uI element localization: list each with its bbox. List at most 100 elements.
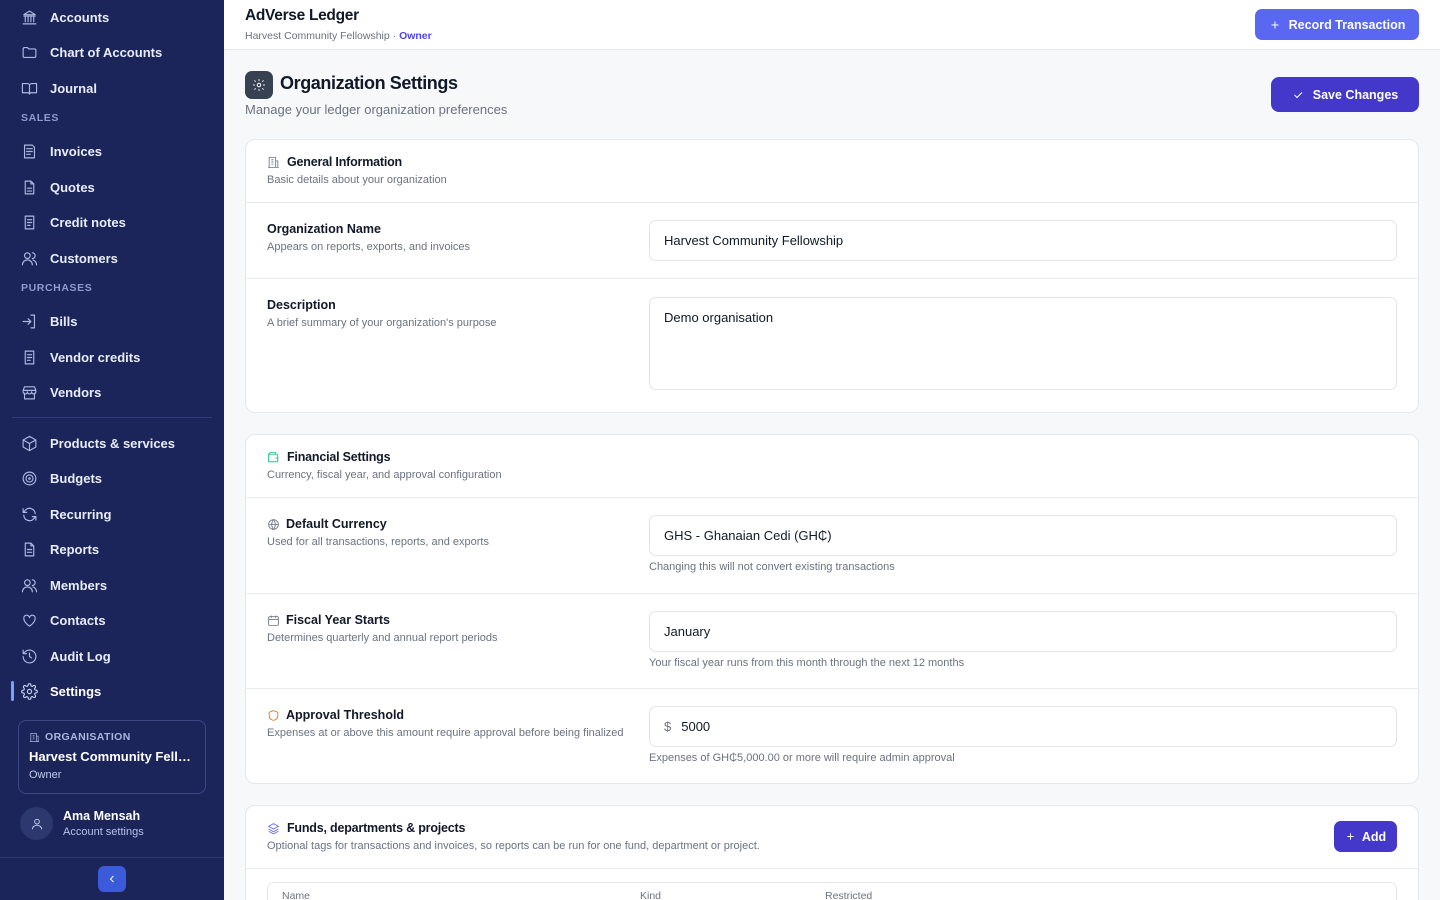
store-icon (22, 385, 37, 399)
column-header-kind[interactable]: Kind (640, 890, 661, 900)
add-fund-label: Add (1361, 829, 1387, 844)
user-account-link[interactable]: Ama Mensah Account settings (20, 807, 144, 840)
sidebar-item-chart-of-accounts[interactable]: Chart of Accounts (0, 35, 224, 69)
layers-icon (267, 822, 280, 834)
building-icon (29, 732, 40, 742)
column-header-name[interactable]: Name (282, 890, 310, 900)
card-header: Financial Settings Currency, fiscal year… (246, 435, 1418, 498)
card-title: General Information (287, 155, 402, 169)
sidebar-item-contacts[interactable]: Contacts (0, 603, 224, 637)
organisation-role: Owner (29, 769, 62, 781)
field-label: Default Currency (286, 517, 387, 531)
calendar-icon (268, 615, 279, 626)
sidebar-item-vendor-credits[interactable]: Vendor credits (0, 340, 224, 374)
field-label-row: Fiscal Year Starts (267, 613, 390, 627)
book-icon (21, 82, 38, 95)
sidebar-footer-divider (0, 857, 224, 858)
sidebar-item-label: Contacts (50, 612, 106, 628)
field-help: Expenses at or above this amount require… (267, 727, 624, 739)
user-name: Ama Mensah (63, 809, 141, 823)
plus-icon (1271, 21, 1279, 28)
record-transaction-button[interactable]: Record Transaction (1255, 9, 1419, 40)
invoice-icon (23, 144, 36, 158)
fiscal-year-select[interactable]: January (649, 611, 1397, 652)
add-fund-button[interactable]: Add (1334, 821, 1397, 852)
bill-icon (22, 314, 36, 328)
users-icon (21, 251, 38, 265)
sidebar-item-vendors[interactable]: Vendors (0, 375, 224, 409)
sidebar-divider (12, 417, 212, 418)
card-title: Financial Settings (287, 450, 391, 464)
sidebar-item-products-services[interactable]: Products & services (0, 426, 224, 460)
sidebar-item-invoices[interactable]: Invoices (0, 134, 224, 168)
sidebar-item-label: Credit notes (50, 214, 126, 230)
sidebar: Accounts Chart of Accounts Journal SALES… (0, 0, 224, 900)
account-settings-link[interactable]: Account settings (63, 826, 144, 838)
sidebar-item-bills[interactable]: Bills (0, 304, 224, 338)
avatar (20, 807, 53, 840)
organisation-label-row: ORGANISATION (29, 731, 195, 743)
sidebar-item-budgets[interactable]: Budgets (0, 461, 224, 495)
collapse-sidebar-button[interactable] (98, 866, 126, 892)
sidebar-item-members[interactable]: Members (0, 568, 224, 602)
field-help: Determines quarterly and annual report p… (267, 632, 498, 644)
sidebar-item-accounts[interactable]: Accounts (0, 0, 224, 34)
organisation-switcher[interactable]: ORGANISATION Harvest Community Fello... … (18, 720, 206, 794)
field-label-row: Default Currency (267, 517, 387, 531)
organisation-name: Harvest Community Fello... (29, 749, 195, 764)
approval-threshold-input[interactable]: $ 5000 (649, 706, 1397, 747)
sidebar-item-label: Reports (50, 541, 100, 557)
approval-threshold-value: 5000 (681, 719, 711, 734)
sidebar-item-label: Products & services (50, 435, 176, 451)
globe-icon (268, 518, 279, 530)
chevron-left-icon (109, 875, 114, 883)
description-row: Description A brief summary of your orga… (246, 279, 1418, 412)
check-icon (1293, 91, 1303, 98)
heart-icon (23, 614, 36, 627)
page-subtitle: Manage your ledger organization preferen… (245, 102, 508, 117)
column-header-restricted[interactable]: Restricted (825, 890, 872, 900)
wallet-icon (268, 451, 279, 462)
sidebar-item-label: Accounts (50, 9, 110, 25)
description-textarea[interactable]: Demo organisation (649, 297, 1397, 390)
sidebar-item-settings[interactable]: Settings (0, 674, 224, 708)
field-note: Your fiscal year runs from this month th… (649, 657, 965, 669)
app-title: AdVerse Ledger (245, 7, 359, 24)
card-title-row: Funds, departments & projects (267, 821, 1397, 835)
section-purchases-heading: PURCHASES (21, 282, 93, 294)
general-information-card: General Information Basic details about … (245, 139, 1419, 413)
sidebar-item-label: Bills (50, 313, 78, 329)
field-note: Changing this will not convert existing … (649, 561, 895, 573)
sidebar-item-recurring[interactable]: Recurring (0, 497, 224, 531)
sidebar-item-label: Invoices (50, 143, 103, 159)
sidebar-item-quotes[interactable]: Quotes (0, 170, 224, 204)
record-transaction-label: Record Transaction (1288, 17, 1406, 32)
card-header: Funds, departments & projects Optional t… (246, 806, 1418, 869)
sidebar-item-customers[interactable]: Customers (0, 241, 224, 275)
sidebar-item-reports[interactable]: Reports (0, 532, 224, 566)
page-title: Organization Settings (280, 73, 458, 93)
field-help: A brief summary of your organization's p… (267, 317, 497, 329)
sidebar-item-label: Settings (50, 683, 102, 699)
default-currency-select[interactable]: GHS - Ghanaian Cedi (GH₵) (649, 515, 1397, 556)
sidebar-item-journal[interactable]: Journal (0, 71, 224, 105)
org-context-separator: · (389, 30, 400, 42)
save-changes-button[interactable]: Save Changes (1271, 77, 1419, 112)
box-icon (22, 435, 37, 451)
sidebar-item-credit-notes[interactable]: Credit notes (0, 205, 224, 239)
sidebar-item-label: Audit Log (50, 648, 111, 664)
target-icon (22, 471, 37, 485)
user-icon (31, 818, 42, 829)
sidebar-item-label: Budgets (50, 470, 102, 486)
org-context-name: Harvest Community Fellowship (245, 30, 390, 42)
organization-name-input[interactable]: Harvest Community Fellowship (649, 220, 1397, 261)
default-currency-row: Default Currency Used for all transactio… (246, 498, 1418, 594)
fiscal-year-row: Fiscal Year Starts Determines quarterly … (246, 594, 1418, 689)
funds-table: Name Kind Restricted (267, 882, 1397, 900)
users-icon (21, 578, 38, 592)
sidebar-item-label: Quotes (50, 179, 95, 195)
organisation-label: ORGANISATION (45, 731, 131, 743)
sidebar-item-audit-log[interactable]: Audit Log (0, 639, 224, 673)
field-label: Description (267, 298, 336, 312)
card-subtitle: Basic details about your organization (267, 174, 447, 186)
